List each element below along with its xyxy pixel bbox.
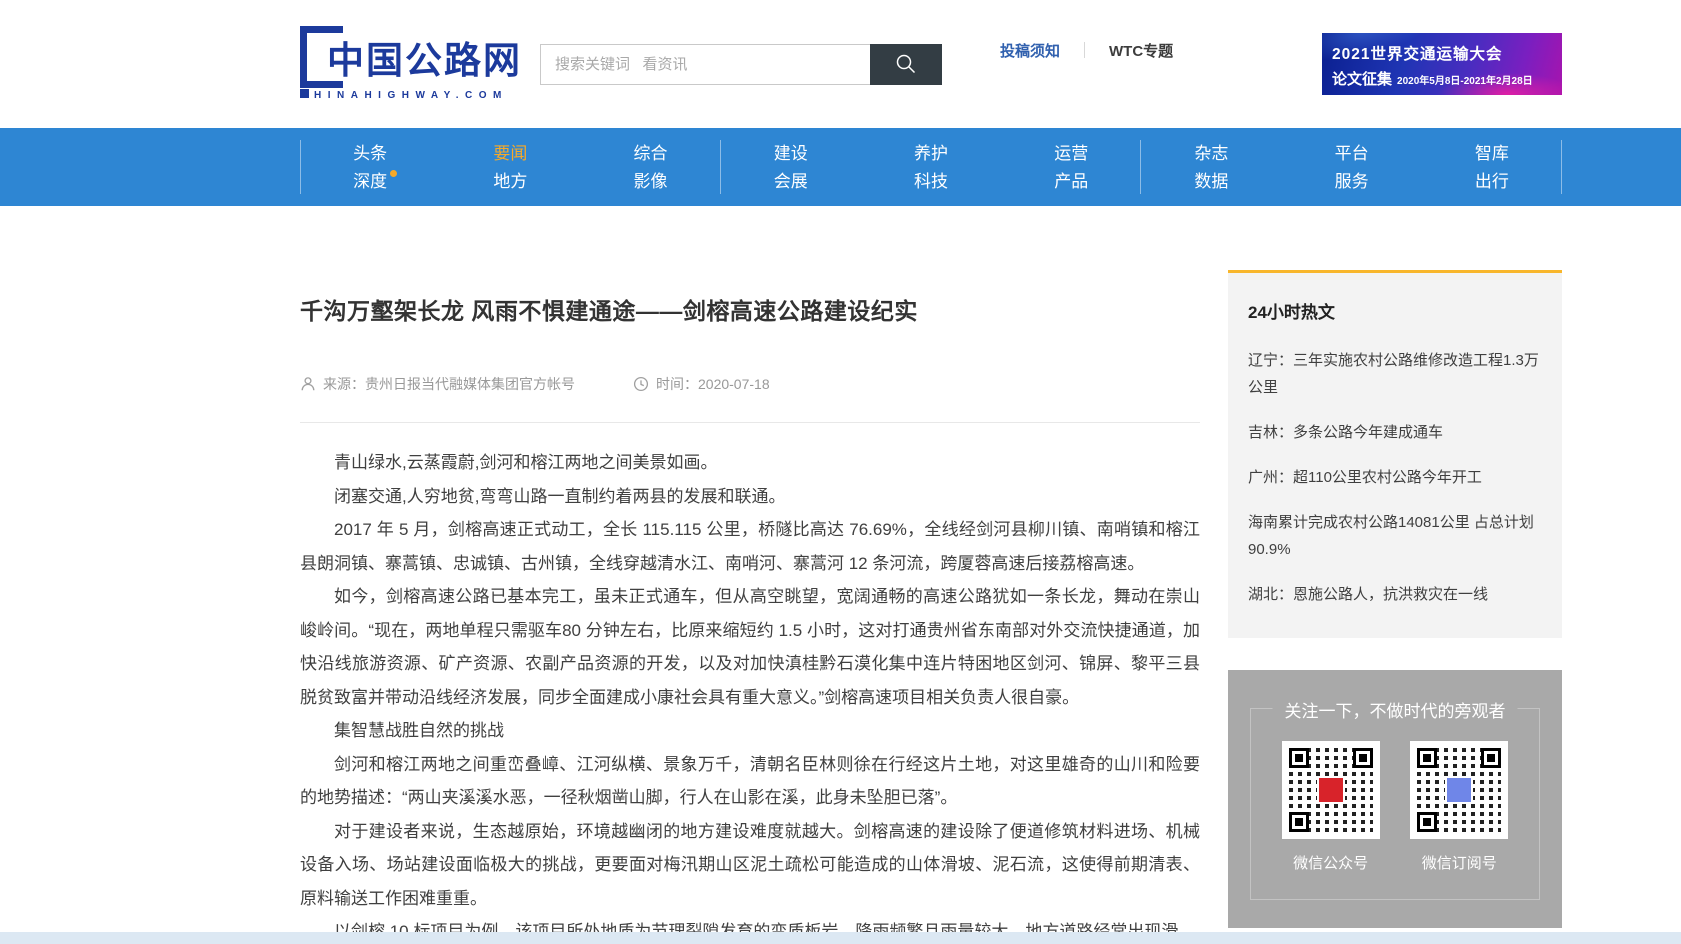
banner-title: 2021世界交通运输大会: [1332, 42, 1552, 64]
nav-item-travel[interactable]: 出行: [1475, 173, 1509, 190]
banner-date: 2020年5月8日-2021年2月28日: [1397, 72, 1533, 87]
paragraph: 如今，剑榕高速公路已基本完工，虽未正式通车，但从高空眺望，宽阔通畅的高速公路犹如…: [300, 580, 1200, 714]
hot-articles-panel: 24小时热文 辽宁：三年实施农村公路维修改造工程1.3万公里 吉林：多条公路今年…: [1228, 270, 1562, 638]
header-links: 投稿须知 WTC专题: [1000, 40, 1173, 61]
wechat-subscription-account: 微信订阅号: [1410, 741, 1508, 873]
paragraph: 2017 年 5 月，剑榕高速正式动工，全长 115.115 公里，桥隧比高达 …: [300, 513, 1200, 580]
nav-item-exhibition[interactable]: 会展: [774, 173, 808, 190]
search-button[interactable]: [870, 44, 942, 85]
follow-box: 关注一下，不做时代的旁观者 微信公众号 微信订阅号: [1250, 708, 1540, 900]
article-source: 来源：贵州日报当代融媒体集团官方帐号: [323, 374, 575, 394]
article: 千沟万壑架长龙 风雨不惧建通途——剑榕高速公路建设纪实 来源：贵州日报当代融媒体…: [300, 292, 1200, 944]
paragraph: 集智慧战胜自然的挑战: [300, 714, 1200, 748]
site-logo[interactable]: 中国公路网 HINAHIGHWAY.COM: [300, 28, 522, 101]
link-wtc-special[interactable]: WTC专题: [1109, 40, 1173, 61]
article-title: 千沟万壑架长龙 风雨不惧建通途——剑榕高速公路建设纪实: [300, 292, 1200, 326]
nav-item-maintenance[interactable]: 养护: [914, 145, 948, 162]
nav-col-4: 建设 会展: [721, 128, 861, 206]
main-nav: 头条 深度 要闻 地方 综合 影像 建设 会展 养护 科技 运营 产品: [0, 128, 1681, 206]
article-meta: 来源：贵州日报当代融媒体集团官方帐号 时间：2020-07-18: [300, 374, 1200, 394]
search-input[interactable]: [540, 44, 870, 85]
nav-item-construction[interactable]: 建设: [774, 145, 808, 162]
paragraph: 对于建设者来说，生态越原始，环境越幽闭的地方建设难度就越大。剑榕高速的建设除了便…: [300, 815, 1200, 916]
qr-label: 微信订阅号: [1422, 852, 1497, 873]
nav-item-comprehensive[interactable]: 综合: [634, 145, 668, 162]
nav-col-5: 养护 科技: [861, 128, 1001, 206]
nav-col-9: 智库 出行: [1422, 128, 1562, 206]
article-body: 青山绿水,云蒸霞蔚,剑河和榕江两地之间美景如画。 闭塞交通,人穷地贫,弯弯山路一…: [300, 446, 1200, 944]
nav-col-6: 运营 产品: [1001, 128, 1141, 206]
banner-cta: 论文征集: [1332, 68, 1392, 89]
qr-code-official-icon: [1282, 741, 1380, 839]
links-divider: [1084, 42, 1085, 58]
nav-col-3: 综合 影像: [580, 128, 720, 206]
nav-item-local[interactable]: 地方: [493, 173, 527, 190]
follow-title: 关注一下，不做时代的旁观者: [1273, 697, 1518, 722]
nav-col-2: 要闻 地方: [440, 128, 580, 206]
nav-item-key-news[interactable]: 要闻: [493, 145, 527, 162]
nav-item-images[interactable]: 影像: [634, 173, 668, 190]
nav-item-magazine[interactable]: 杂志: [1194, 145, 1228, 162]
nav-item-data[interactable]: 数据: [1194, 173, 1228, 190]
nav-col-1: 头条 深度: [300, 128, 440, 206]
nav-item-headlines[interactable]: 头条: [353, 145, 387, 162]
nav-item-depth[interactable]: 深度: [353, 173, 387, 190]
wechat-official-account: 微信公众号: [1282, 741, 1380, 873]
hot-article-link[interactable]: 辽宁：三年实施农村公路维修改造工程1.3万公里: [1248, 347, 1542, 401]
qr-code-subscription-icon: [1410, 741, 1508, 839]
logo-title: 中国公路网: [327, 30, 522, 84]
wtc-banner-ad[interactable]: 2021世界交通运输大会 论文征集 2020年5月8日-2021年2月28日: [1322, 33, 1562, 95]
hot-article-link[interactable]: 广州：超110公里农村公路今年开工: [1248, 464, 1542, 491]
nav-col-7: 杂志 数据: [1141, 128, 1281, 206]
hot-article-link[interactable]: 湖北：恩施公路人，抗洪救灾在一线: [1248, 581, 1542, 608]
nav-item-services[interactable]: 服务: [1335, 173, 1369, 190]
wechat-follow-panel: 关注一下，不做时代的旁观者 微信公众号 微信订阅号: [1228, 670, 1562, 928]
meta-divider: [300, 422, 1200, 423]
nav-item-products[interactable]: 产品: [1054, 173, 1088, 190]
search-icon: [894, 52, 918, 76]
nav-item-platform[interactable]: 平台: [1335, 145, 1369, 162]
qr-label: 微信公众号: [1293, 852, 1368, 873]
nav-item-think-tank[interactable]: 智库: [1475, 145, 1509, 162]
hot-panel-title: 24小时热文: [1248, 298, 1542, 323]
hot-article-link[interactable]: 吉林：多条公路今年建成通车: [1248, 419, 1542, 446]
nav-item-depth-label: 深度: [353, 172, 387, 191]
time-icon: [633, 376, 649, 392]
logo-subtitle: HINAHIGHWAY.COM: [314, 90, 522, 101]
search-bar: [540, 44, 942, 85]
link-submission-notice[interactable]: 投稿须知: [1000, 40, 1060, 61]
logo-bracket-icon: [300, 26, 343, 88]
site-header: 中国公路网 HINAHIGHWAY.COM 投稿须知 WTC专题: [0, 0, 1681, 128]
author-icon: [300, 376, 316, 392]
paragraph: 闭塞交通,人穷地贫,弯弯山路一直制约着两县的发展和联通。: [300, 480, 1200, 514]
footer-strip: [0, 932, 1681, 944]
sidebar: 24小时热文 辽宁：三年实施农村公路维修改造工程1.3万公里 吉林：多条公路今年…: [1228, 270, 1562, 928]
nav-item-technology[interactable]: 科技: [914, 173, 948, 190]
nav-item-operation[interactable]: 运营: [1054, 145, 1088, 162]
page: 中国公路网 HINAHIGHWAY.COM 投稿须知 WTC专题: [0, 0, 1681, 944]
hot-article-link[interactable]: 海南累计完成农村公路14081公里 占总计划90.9%: [1248, 509, 1542, 563]
paragraph: 青山绿水,云蒸霞蔚,剑河和榕江两地之间美景如画。: [300, 446, 1200, 480]
new-dot-badge: [390, 170, 397, 177]
nav-col-8: 平台 服务: [1282, 128, 1422, 206]
paragraph: 剑河和榕江两地之间重峦叠嶂、江河纵横、景象万千，清朝名臣林则徐在行经这片土地，对…: [300, 748, 1200, 815]
article-time: 时间：2020-07-18: [656, 374, 770, 394]
